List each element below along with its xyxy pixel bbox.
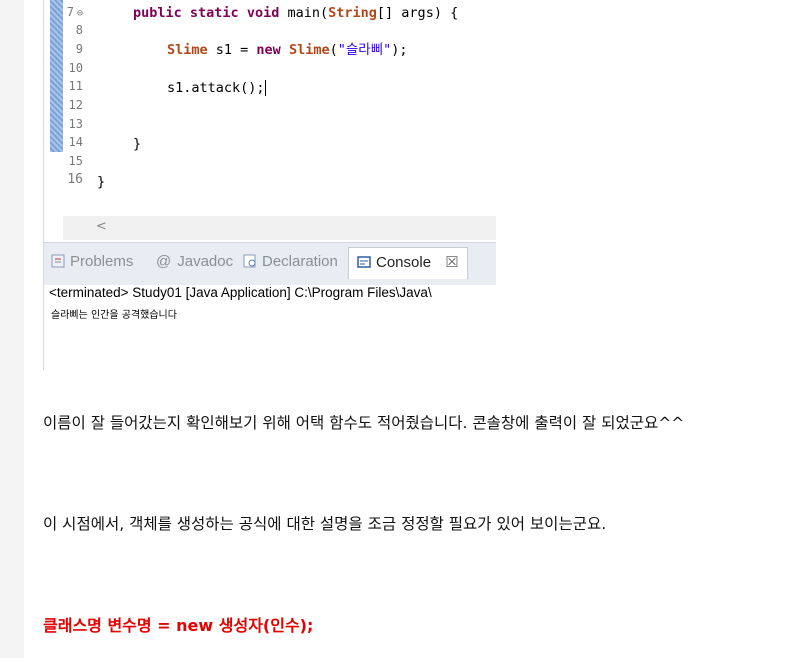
- code-line-close-class[interactable]: }: [97, 173, 105, 191]
- line-number: 9: [75, 42, 83, 56]
- tab-console[interactable]: Console ☒: [348, 247, 468, 279]
- tab-javadoc[interactable]: @ Javadoc: [156, 253, 233, 270]
- scroll-left-icon[interactable]: <: [96, 219, 107, 234]
- line-number: 16: [67, 172, 83, 187]
- line-number: 11: [68, 79, 83, 93]
- line-number: 14: [68, 135, 83, 149]
- screenshot-border: [43, 0, 44, 370]
- code-line-new-slime[interactable]: Slime s1 = new Slime("슬라삐");: [167, 41, 408, 59]
- at-icon: @: [156, 253, 172, 270]
- page-left-margin: [0, 0, 24, 658]
- line-number: 10: [68, 61, 83, 75]
- declaration-icon: [243, 254, 257, 268]
- close-icon[interactable]: ☒: [445, 254, 458, 271]
- problems-icon: [51, 254, 65, 268]
- text-caret: [264, 80, 266, 96]
- article-paragraph: 이름이 잘 들어갔는지 확인해보기 위해 어택 함수도 적어줬습니다. 콘솔창에…: [43, 414, 685, 432]
- horizontal-scrollbar[interactable]: <: [63, 216, 496, 240]
- change-ruler: [50, 0, 63, 152]
- line-number: 8: [75, 23, 83, 37]
- code-line-main[interactable]: public static void main(String[] args) {: [133, 4, 458, 22]
- console-icon: [357, 255, 371, 269]
- line-number: 13: [68, 117, 83, 131]
- line-number: 15: [68, 154, 83, 168]
- fold-icon[interactable]: ⊖: [77, 8, 83, 19]
- tab-problems[interactable]: Problems: [51, 253, 133, 270]
- line-number: 12: [68, 98, 83, 112]
- tab-declaration[interactable]: Declaration: [243, 253, 338, 270]
- console-status: <terminated> Study01 [Java Application] …: [49, 285, 432, 300]
- code-line-close-method[interactable]: }: [133, 135, 141, 153]
- formula-highlight: 클래스명 변수명 = new 생성자(인수);: [43, 616, 314, 635]
- line-number: 7 ⊖: [66, 5, 83, 19]
- console-output: 슬라삐는 인간을 공격했습니다: [51, 310, 177, 321]
- eclipse-screenshot: 7 ⊖ 8 9 10 11 12 13 14 15 16 public stati…: [43, 0, 496, 370]
- code-line-attack[interactable]: s1.attack();: [167, 79, 266, 97]
- view-tab-bar: Problems @ Javadoc Declaration Console ☒: [43, 242, 496, 285]
- article-paragraph: 이 시점에서, 객체를 생성하는 공식에 대한 설명을 조금 정정할 필요가 있…: [43, 515, 607, 533]
